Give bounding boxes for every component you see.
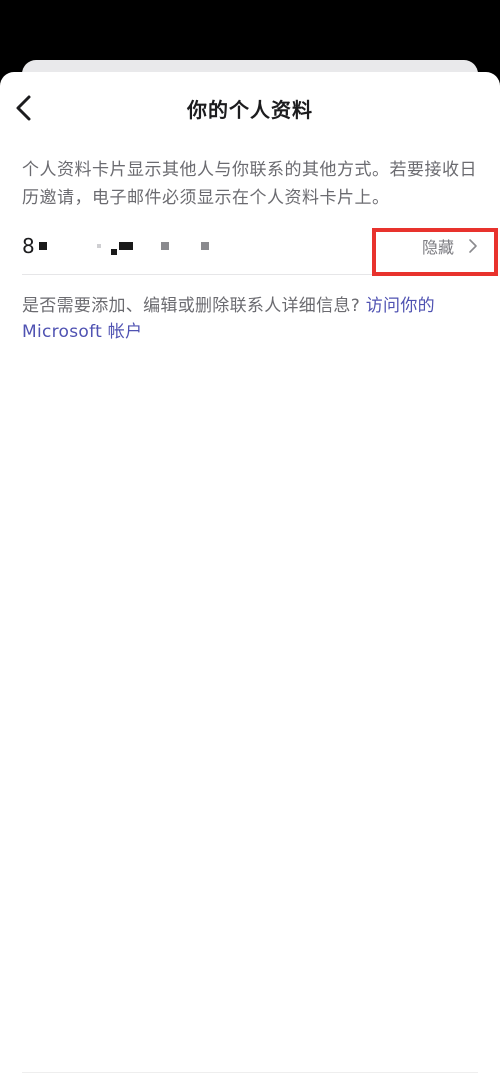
help-text: 是否需要添加、编辑或删除联系人详细信息? 访问你的 Microsoft 帐户: [22, 293, 478, 345]
contact-row[interactable]: 8 隐藏: [22, 218, 478, 275]
visibility-label: 隐藏: [421, 238, 454, 257]
bottom-divider: [22, 1072, 478, 1073]
redacted-block: [160, 242, 169, 250]
page-title: 你的个人资料: [187, 98, 313, 122]
redacted-block: [96, 244, 101, 248]
intro-text: 个人资料卡片显示其他人与你联系的其他方式。若要接收日历邀请，电子邮件必须显示在个…: [22, 160, 477, 208]
visibility-setting[interactable]: 隐藏: [422, 218, 478, 274]
contact-value: 8: [22, 234, 209, 258]
profile-sheet: 你的个人资料 个人资料卡片显示其他人与你联系的其他方式。若要接收日历邀请，电子邮…: [0, 72, 500, 1083]
redacted-block: [38, 242, 47, 250]
help-text-body: 是否需要添加、编辑或删除联系人详细信息?: [22, 296, 366, 316]
redacted-block: [118, 242, 133, 250]
redacted-block: [110, 249, 117, 255]
nav-bar: 你的个人资料: [0, 72, 500, 144]
chevron-right-icon: [469, 239, 477, 253]
redacted-block: [200, 242, 209, 250]
contact-value-prefix: 8: [22, 234, 35, 258]
